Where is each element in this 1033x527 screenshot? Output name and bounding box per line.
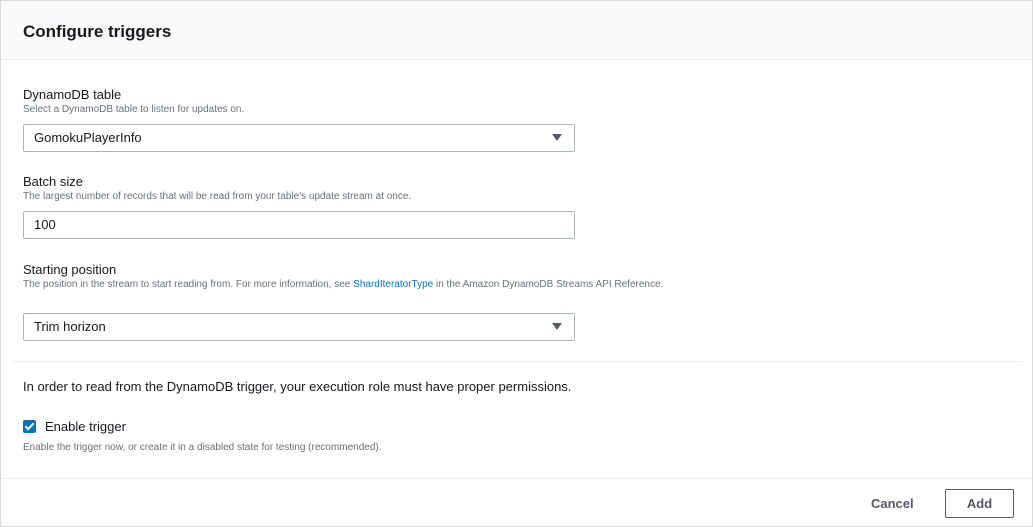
batch-size-input[interactable]: 100 bbox=[23, 211, 575, 239]
enable-trigger-label[interactable]: Enable trigger bbox=[45, 419, 126, 434]
starting-position-selected-value: Trim horizon bbox=[34, 319, 106, 334]
batch-size-label: Batch size bbox=[23, 174, 83, 189]
dynamodb-table-selected-value: GomokuPlayerInfo bbox=[34, 130, 142, 145]
cancel-button[interactable]: Cancel bbox=[863, 490, 922, 518]
enable-trigger-checkbox[interactable] bbox=[23, 419, 36, 433]
batch-size-field: Batch size The largest number of records… bbox=[23, 174, 743, 203]
starting-position-description: The position in the stream to start read… bbox=[23, 279, 743, 291]
enable-trigger-description: Enable the trigger now, or create it in … bbox=[23, 442, 382, 453]
add-button[interactable]: Add bbox=[945, 489, 1014, 518]
starting-position-description-text: The position in the stream to start read… bbox=[23, 279, 354, 290]
batch-size-value: 100 bbox=[34, 217, 56, 232]
enable-trigger-row: Enable trigger bbox=[23, 418, 126, 434]
checkmark-icon bbox=[24, 420, 35, 430]
starting-position-select[interactable]: Trim horizon bbox=[23, 313, 575, 341]
caret-down-icon bbox=[552, 323, 562, 330]
dynamodb-table-select[interactable]: GomokuPlayerInfo bbox=[23, 124, 575, 152]
dynamodb-table-description: Select a DynamoDB table to listen for up… bbox=[23, 104, 245, 115]
starting-position-description-text-end: in the Amazon DynamoDB Streams API Refer… bbox=[433, 279, 664, 290]
permissions-note: In order to read from the DynamoDB trigg… bbox=[23, 379, 572, 394]
shard-iterator-type-link[interactable]: ShardIteratorType bbox=[353, 279, 433, 290]
panel-header: Configure triggers bbox=[1, 1, 1032, 60]
footer-divider bbox=[1, 478, 1032, 479]
configure-triggers-panel: Configure triggers DynamoDB table Select… bbox=[0, 0, 1033, 527]
dynamodb-table-field: DynamoDB table Select a DynamoDB table t… bbox=[23, 87, 743, 116]
starting-position-label: Starting position bbox=[23, 262, 117, 277]
dynamodb-table-label: DynamoDB table bbox=[23, 87, 122, 102]
caret-down-icon bbox=[552, 134, 562, 141]
section-divider bbox=[13, 361, 1023, 362]
batch-size-description: The largest number of records that will … bbox=[23, 191, 412, 202]
starting-position-field: Starting position The position in the st… bbox=[23, 262, 743, 291]
page-title: Configure triggers bbox=[23, 22, 172, 41]
